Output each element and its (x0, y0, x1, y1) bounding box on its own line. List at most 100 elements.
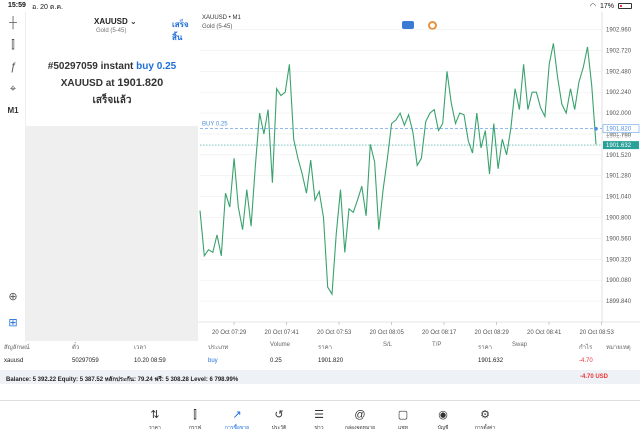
price-series-line (199, 43, 597, 296)
column-header[interactable]: กำไร (579, 342, 592, 352)
objects-icon[interactable]: ⌖ (5, 82, 21, 96)
done-button[interactable]: เสร็จสิ้น (172, 18, 198, 44)
chart-toolbar: ┼ ⫿ ƒ ⌖ M1 ⊕ ⊞ (0, 12, 26, 342)
y-tick-label: 1902.240 (606, 90, 632, 96)
column-header[interactable]: Swap (512, 342, 527, 348)
nav-settings-icon: ⚙ (480, 409, 490, 421)
add-icon[interactable]: ⊞ (5, 316, 21, 330)
x-tick-label: 20 Oct 08:05 (370, 330, 405, 336)
table-cell: buy (208, 358, 218, 364)
nav-news[interactable]: ☰ ข่าว (301, 408, 337, 432)
x-tick-label: 20 Oct 08:17 (422, 330, 457, 336)
battery-icon (618, 3, 632, 9)
nav-accounts-label: บัญชี (437, 425, 449, 431)
x-tick-label: 20 Oct 08:41 (527, 330, 562, 336)
x-tick-label: 20 Oct 07:53 (317, 330, 352, 336)
column-header[interactable]: ประเภท (208, 342, 228, 352)
y-tick-label: 1901.520 (606, 153, 632, 159)
y-tick-label: 1900.080 (606, 278, 632, 284)
buy-level-marker (594, 126, 598, 131)
y-tick-label: 1899.840 (606, 299, 632, 305)
y-tick-label: 1902.720 (606, 48, 632, 54)
ask-price-label: 1901.760 (606, 134, 632, 140)
table-cell: 10.20 08:59 (134, 358, 166, 364)
y-tick-label: 1901.040 (606, 195, 632, 201)
nav-chart[interactable]: ⫿ กราฟ (177, 408, 213, 432)
nav-trade-label: การซื้อขาย (224, 425, 250, 431)
candle-icon[interactable]: ⫿ (5, 38, 21, 52)
nav-accounts-icon: ◉ (438, 409, 448, 421)
nav-chat[interactable]: ▢ แชท (385, 408, 421, 432)
column-header[interactable]: หมายเหตุ (606, 342, 631, 352)
trade-panel: XAUUSD ⌄ Gold (5-45) เสร็จสิ้น #50297059… (26, 12, 198, 341)
y-tick-label: 1902.000 (606, 111, 632, 117)
nav-news-icon: ☰ (314, 409, 324, 421)
x-tick-label: 20 Oct 07:41 (265, 330, 300, 336)
y-tick-label: 1900.560 (606, 236, 632, 242)
table-cell: 1901.632 (478, 358, 504, 364)
order-status: เสร็จแล้ว (92, 95, 132, 106)
table-cell: 1901.820 (318, 358, 344, 364)
crosshair-icon[interactable]: ┼ (5, 16, 21, 30)
positions-table: สัญลักษณ์ ตั๋ว เวลา ประเภท Volume ราคา S/L T/P ร… (0, 342, 640, 372)
column-header[interactable]: สัญลักษณ์ (4, 342, 30, 352)
nav-quotes[interactable]: ⇅ ราคา (137, 408, 173, 432)
clock: 15:59 (8, 2, 26, 9)
battery-percent: 17% (599, 2, 614, 10)
status-bar: 15:59 อ. 20 ต.ค. ◠ 17% (0, 0, 640, 12)
wifi-icon: ◠ (589, 3, 596, 10)
y-tick-label: 1902.960 (606, 27, 632, 33)
order-price: 1901.820 (117, 77, 164, 89)
symbol-selector[interactable]: XAUUSD ⌄ (94, 17, 137, 26)
column-header[interactable]: เวลา (134, 342, 146, 352)
column-header[interactable]: ราคา (318, 342, 332, 352)
table-cell: xauusd (4, 358, 24, 364)
buy-price-label: 1901.820 (606, 127, 632, 133)
order-type: buy 0.25 (136, 61, 177, 72)
nav-chat-icon: ▢ (397, 409, 409, 421)
bottom-nav: ⇅ ราคา ⫿ กราฟ ↗ การซื้อขาย ↺ ประวัติ ☰ ข่าว @ กล่อง… (0, 400, 640, 447)
status-right: ◠ 17% (590, 2, 632, 10)
order-line-2: XAUUSD at 1901.820 (26, 77, 198, 89)
nav-trade[interactable]: ↗ การซื้อขาย (219, 408, 255, 432)
total-profit: -4.70 USD (580, 374, 609, 380)
nav-chart-icon: ⫿ (193, 409, 197, 421)
trade-result: XAUUSD ⌄ Gold (5-45) เสร็จสิ้น #50297059… (26, 12, 198, 126)
zoom-icon[interactable]: ⊕ (5, 290, 21, 304)
y-tick-label: 1900.800 (606, 216, 632, 222)
nav-news-label: ข่าว (314, 425, 324, 431)
column-header[interactable]: T/P (432, 342, 441, 348)
column-header[interactable]: ตั๋ว (72, 342, 79, 352)
y-tick-label: 1901.280 (606, 174, 632, 180)
chevron-down-icon: ⌄ (130, 17, 137, 26)
function-icon[interactable]: ƒ (5, 60, 21, 74)
nav-history-icon: ↺ (274, 409, 284, 421)
order-ticket: #50297059 instant (47, 61, 137, 72)
nav-accounts[interactable]: ◉ บัญชี (425, 408, 461, 432)
chart-canvas: 1902.960 1902.720 1902.480 1902.240 1902.000… (198, 12, 640, 336)
nav-settings-label: การตั้งค่า (474, 425, 496, 431)
price-chart[interactable]: XAUUSD • M1 Gold (5-45) 1902.960 1902.720… (198, 12, 640, 342)
nav-mailbox[interactable]: @ กล่องจดหมาย (342, 408, 378, 432)
buy-level-label: BUY 0.25 (202, 122, 228, 128)
column-header[interactable]: ราคา (478, 342, 492, 352)
symbol-name: XAUUSD (94, 17, 128, 26)
panel-blank (26, 126, 198, 341)
timeframe-button[interactable]: M1 (5, 104, 21, 118)
balance-bar: Balance: 5 392.22 Equity: 5 387.52 หลักป… (0, 370, 640, 384)
x-tick-label: 20 Oct 08:29 (475, 330, 510, 336)
symbol-description: Gold (5-45) (96, 28, 127, 34)
nav-history[interactable]: ↺ ประวัติ (261, 408, 297, 432)
x-tick-label: 20 Oct 07:29 (212, 330, 247, 336)
y-tick-label: 1900.320 (606, 257, 632, 263)
nav-trade-icon: ↗ (232, 409, 242, 421)
nav-quotes-label: ราคา (149, 425, 161, 431)
nav-mailbox-icon: @ (354, 409, 366, 421)
nav-mailbox-label: กล่องจดหมาย (344, 425, 376, 431)
nav-settings[interactable]: ⚙ การตั้งค่า (467, 408, 503, 432)
x-tick-label: 20 Oct 08:53 (580, 330, 615, 336)
column-header[interactable]: S/L (383, 342, 392, 348)
bid-price-label: 1901.632 (606, 143, 632, 149)
nav-chat-label: แชท (398, 425, 408, 431)
column-header[interactable]: Volume (270, 342, 290, 348)
